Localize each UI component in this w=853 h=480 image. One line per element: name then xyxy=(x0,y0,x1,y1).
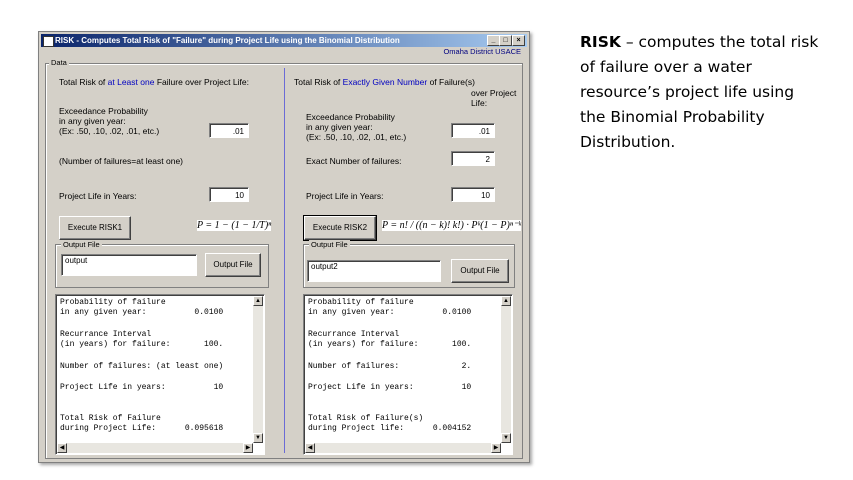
right-exceed-label-2: in any given year: xyxy=(306,122,373,132)
right-heading: Total Risk of Exactly Given Number of Fa… xyxy=(294,77,475,87)
left-output-file-button[interactable]: Output File xyxy=(205,253,261,277)
right-life-input[interactable]: 10 xyxy=(451,187,495,202)
right-result-line: Probability of failure xyxy=(308,298,414,307)
right-heading-suffix: of Failure(s) xyxy=(427,77,475,87)
left-result-line: during Project Life: 0.095618 xyxy=(60,424,224,433)
scroll-down-icon[interactable]: ▼ xyxy=(501,433,511,443)
risk-window: RISK - Computes Total Risk of "Failure" … xyxy=(38,31,530,463)
left-result-line: in any given year: 0.0100 xyxy=(60,308,224,317)
execute-risk1-button[interactable]: Execute RISK1 xyxy=(59,216,131,240)
left-exceed-label-3: (Ex: .50, .10, .02, .01, etc.) xyxy=(59,126,160,136)
right-result-line: Total Risk of Failure(s) xyxy=(308,414,424,423)
right-output-file-input[interactable]: output2 xyxy=(307,260,441,282)
left-result-line: Number of failures: (at least one) xyxy=(60,362,224,371)
right-exceed-label-1: Exceedance Probability xyxy=(306,112,395,122)
scroll-left-icon[interactable]: ◀ xyxy=(57,443,67,453)
left-result-line: Total Risk of Failure xyxy=(60,414,161,423)
left-result-line: Project Life in years: 10 xyxy=(60,383,224,392)
description-text: RISK – computes the total risk of failur… xyxy=(580,30,820,155)
left-life-input[interactable]: 10 xyxy=(209,187,249,202)
left-heading-suffix: Failure over Project Life: xyxy=(154,77,249,87)
window-title: RISK - Computes Total Risk of "Failure" … xyxy=(55,36,400,45)
left-vertical-scrollbar[interactable]: ▲ ▼ xyxy=(253,296,263,443)
left-failures-note: (Number of failures=at least one) xyxy=(59,156,184,166)
left-output-file-input[interactable]: output xyxy=(61,254,197,276)
right-result-line: (in years) for failure: 100. xyxy=(308,340,472,349)
left-horizontal-scrollbar[interactable]: ◀ ▶ xyxy=(57,443,253,453)
left-heading: Total Risk of at Least one Failure over … xyxy=(59,77,249,87)
scroll-left-icon[interactable]: ◀ xyxy=(305,443,315,453)
right-output-file-button[interactable]: Output File xyxy=(451,259,509,283)
right-result-line: Recurrance Interval xyxy=(308,330,400,339)
right-heading-line3: Life: xyxy=(471,98,488,108)
execute-risk2-button[interactable]: Execute RISK2 xyxy=(303,215,377,241)
right-result-line: during Project life: 0.004152 xyxy=(308,424,472,433)
data-group-label: Data xyxy=(49,58,69,67)
right-exact-label: Exact Number of failures: xyxy=(306,156,402,166)
right-heading-prefix: Total Risk of xyxy=(294,77,343,87)
right-heading-line2: over Project xyxy=(471,88,517,98)
left-life-label: Project Life in Years: xyxy=(59,191,137,201)
scroll-up-icon[interactable]: ▲ xyxy=(253,296,263,306)
left-exceed-label-2: in any given year: xyxy=(59,116,126,126)
app-icon xyxy=(43,36,54,47)
right-results-textarea[interactable]: Probability of failure in any given year… xyxy=(303,294,513,455)
left-formula: P = 1 − (1 − 1/T)ⁿ xyxy=(197,220,272,231)
window-subtitle: Omaha District USACE xyxy=(443,47,521,56)
left-exceedance-input[interactable]: .01 xyxy=(209,123,249,138)
left-result-line: Probability of failure xyxy=(60,298,166,307)
right-horizontal-scrollbar[interactable]: ◀ ▶ xyxy=(305,443,501,453)
left-results-textarea[interactable]: Probability of failure in any given year… xyxy=(55,294,265,455)
right-life-label: Project Life in Years: xyxy=(306,191,384,201)
right-result-line: Project Life in years: 10 xyxy=(308,383,472,392)
right-output-group-label: Output File xyxy=(309,240,350,249)
panel-divider xyxy=(284,68,285,453)
right-exceed-label-3: (Ex: .50, .10, .02, .01, etc.) xyxy=(306,132,407,142)
left-heading-highlight: at Least one xyxy=(107,77,155,87)
right-result-line: Number of failures: 2. xyxy=(308,362,472,371)
close-button[interactable]: × xyxy=(512,35,525,46)
scroll-up-icon[interactable]: ▲ xyxy=(501,296,511,306)
left-result-line: (in years) for failure: 100. xyxy=(60,340,224,349)
left-output-group-label: Output File xyxy=(61,240,102,249)
scroll-right-icon[interactable]: ▶ xyxy=(491,443,501,453)
right-vertical-scrollbar[interactable]: ▲ ▼ xyxy=(501,296,511,443)
right-exceedance-input[interactable]: .01 xyxy=(451,123,495,138)
title-bar[interactable]: RISK - Computes Total Risk of "Failure" … xyxy=(41,34,527,47)
left-result-line: Recurrance Interval xyxy=(60,330,152,339)
right-exact-input[interactable]: 2 xyxy=(451,151,495,166)
maximize-button[interactable]: □ xyxy=(499,35,512,46)
left-exceed-label-1: Exceedance Probability xyxy=(59,106,148,116)
description-title: RISK xyxy=(580,33,621,51)
screenshot: RISK - Computes Total Risk of "Failure" … xyxy=(0,0,853,480)
scroll-down-icon[interactable]: ▼ xyxy=(253,433,263,443)
right-heading-highlight: Exactly Given Number xyxy=(342,77,428,87)
right-result-line: in any given year: 0.0100 xyxy=(308,308,472,317)
right-formula: P = n! / ((n − k)! k!) · Pᵏ(1 − P)ⁿ⁻ᵏ xyxy=(382,220,522,231)
scroll-right-icon[interactable]: ▶ xyxy=(243,443,253,453)
left-heading-prefix: Total Risk of xyxy=(59,77,108,87)
